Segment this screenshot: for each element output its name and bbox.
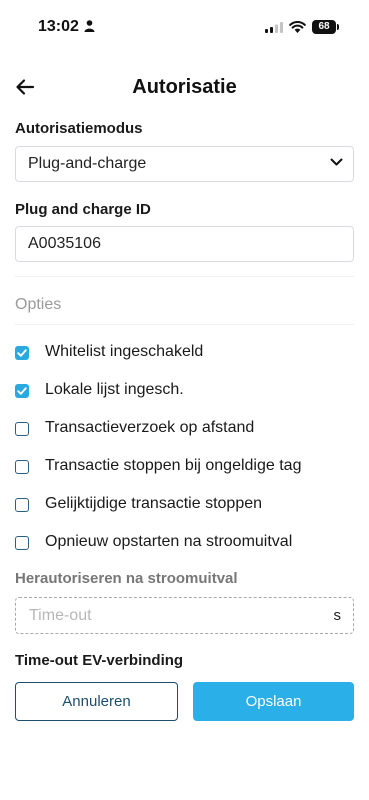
page-title: Autorisatie	[132, 76, 237, 98]
seconds-unit: s	[333, 607, 342, 624]
option-item[interactable]: Lokale lijst ingesch.	[15, 379, 355, 405]
reauth-timeout-input[interactable]	[27, 606, 321, 626]
option-label: Transactie stoppen bij ongeldige tag	[45, 457, 302, 474]
status-bar: 13:02 68	[0, 0, 369, 52]
save-button[interactable]: Opslaan	[193, 682, 354, 721]
option-label: Gelijktijdige transactie stoppen	[45, 495, 263, 512]
checkbox-checked-icon[interactable]	[15, 346, 29, 360]
chevron-down-icon	[330, 158, 343, 166]
option-label: Lokale lijst ingesch.	[45, 381, 184, 398]
option-item[interactable]: Transactieverzoek op afstand	[15, 417, 355, 443]
divider	[15, 324, 354, 325]
option-item[interactable]: Transactie stoppen bij ongeldige tag	[15, 455, 355, 481]
option-item[interactable]: Gelijktijdige transactie stoppen	[15, 493, 355, 519]
checkbox-unchecked-icon[interactable]	[15, 498, 29, 512]
reauth-label: Herautoriseren na stroomuitval	[15, 570, 238, 587]
ev-timeout-label: Time-out EV-verbinding	[15, 652, 184, 669]
battery-icon: 68	[312, 20, 339, 34]
option-label: Whitelist ingeschakeld	[45, 343, 204, 360]
auth-mode-label: Autorisatiemodus	[15, 120, 143, 137]
header: Autorisatie	[0, 70, 369, 106]
cellular-signal-icon	[265, 22, 283, 33]
checkbox-unchecked-icon[interactable]	[15, 536, 29, 550]
divider	[15, 276, 354, 277]
cancel-button[interactable]: Annuleren	[15, 682, 178, 721]
person-icon	[84, 20, 95, 32]
wifi-icon	[289, 21, 306, 33]
plug-charge-id-input[interactable]: A0035106	[15, 226, 354, 262]
option-label: Opnieuw opstarten na stroomuitval	[45, 533, 293, 550]
plug-charge-id-value: A0035106	[28, 235, 101, 252]
auth-mode-select[interactable]: Plug-and-charge	[15, 146, 354, 182]
checkbox-checked-icon[interactable]	[15, 384, 29, 398]
auth-mode-value: Plug-and-charge	[28, 155, 147, 172]
status-time: 13:02	[38, 18, 79, 35]
option-item[interactable]: Whitelist ingeschakeld	[15, 341, 355, 367]
checkbox-unchecked-icon[interactable]	[15, 422, 29, 436]
plug-charge-id-label: Plug and charge ID	[15, 201, 151, 218]
option-item[interactable]: Opnieuw opstarten na stroomuitval	[15, 531, 355, 557]
reauth-timeout-field[interactable]: s	[15, 597, 354, 634]
options-section-title: Opties	[15, 296, 62, 313]
checkbox-unchecked-icon[interactable]	[15, 460, 29, 474]
option-label: Transactieverzoek op afstand	[45, 419, 255, 436]
